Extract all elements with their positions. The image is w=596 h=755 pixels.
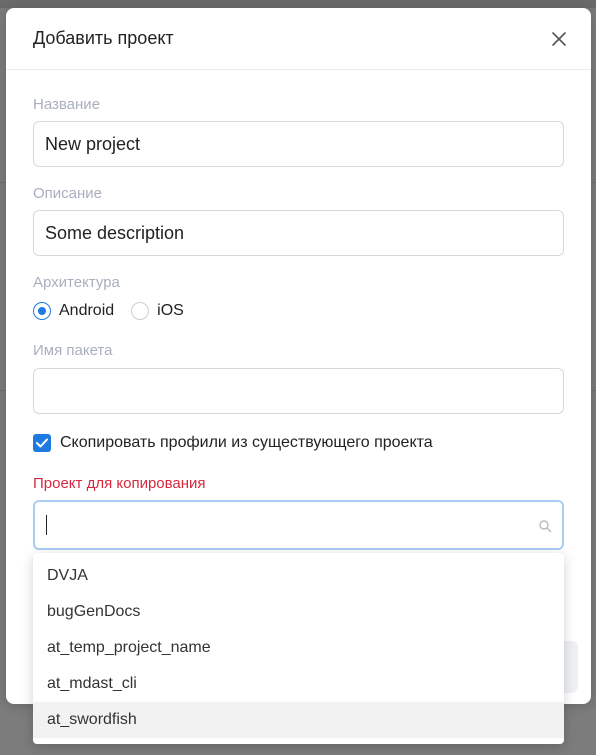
project-dropdown-list: DVJA bugGenDocs at_temp_project_name at_… <box>33 553 564 744</box>
copy-from-project-label: Проект для копирования <box>33 475 206 492</box>
radio-android[interactable] <box>33 302 51 320</box>
checkmark-icon <box>36 438 48 448</box>
radio-ios-label[interactable]: iOS <box>157 302 184 320</box>
text-caret <box>46 515 47 535</box>
description-input[interactable]: Some description <box>33 210 564 256</box>
copy-profiles-checkbox[interactable] <box>33 434 51 452</box>
name-input[interactable]: New project <box>33 121 564 167</box>
architecture-label: Архитектура <box>33 274 120 291</box>
dropdown-option[interactable]: at_mdast_cli <box>33 666 564 702</box>
architecture-radio-group: Android iOS <box>33 300 201 322</box>
name-label: Название <box>33 96 101 113</box>
copy-profiles-row: Скопировать профили из существующего про… <box>33 434 433 452</box>
copy-profiles-label[interactable]: Скопировать профили из существующего про… <box>60 434 433 452</box>
package-name-input[interactable] <box>33 368 564 414</box>
dropdown-option[interactable]: DVJA <box>33 558 564 594</box>
background-top-bar <box>0 0 596 8</box>
close-icon[interactable] <box>549 29 569 49</box>
modal-title: Добавить проект <box>33 28 174 48</box>
search-icon <box>539 520 552 533</box>
modal-header: Добавить проект <box>6 8 591 70</box>
dropdown-option[interactable]: bugGenDocs <box>33 594 564 630</box>
dropdown-option[interactable]: at_temp_project_name <box>33 630 564 666</box>
dropdown-option[interactable]: at_swordfish <box>33 702 564 738</box>
radio-ios[interactable] <box>131 302 150 320</box>
description-label: Описание <box>33 185 103 202</box>
radio-android-label[interactable]: Android <box>59 302 114 320</box>
package-name-label: Имя пакета <box>33 342 113 359</box>
copy-from-project-select[interactable] <box>33 500 564 550</box>
